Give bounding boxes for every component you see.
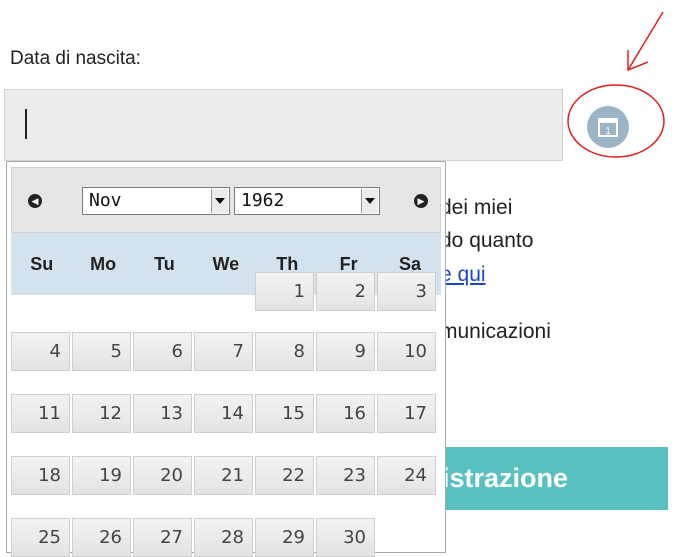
day-cell[interactable]: 29	[255, 518, 314, 557]
day-cell[interactable]: 27	[133, 518, 192, 557]
weekday-label: Su	[30, 254, 54, 274]
day-cell[interactable]: 15	[255, 394, 314, 433]
day-cell[interactable]: 12	[72, 394, 131, 433]
month-select[interactable]: Nov	[82, 187, 230, 215]
day-cell[interactable]: 6	[133, 332, 192, 371]
day-cell[interactable]: 26	[72, 518, 131, 557]
annotation-circle	[567, 84, 665, 158]
day-cell[interactable]: 5	[72, 332, 131, 371]
weekday-label: We	[212, 254, 240, 274]
day-cell[interactable]: 25	[11, 518, 70, 557]
next-month-button[interactable]: ▶	[408, 187, 434, 213]
prev-month-button[interactable]: ◀	[22, 187, 48, 213]
chevron-down-icon	[211, 189, 228, 213]
day-cell[interactable]: 14	[194, 394, 253, 433]
prev-month-icon: ◀	[28, 193, 42, 208]
day-cell[interactable]: 18	[11, 456, 70, 495]
day-cell[interactable]: 24	[377, 456, 436, 495]
day-cell[interactable]: 21	[194, 456, 253, 495]
day-cell[interactable]: 19	[72, 456, 131, 495]
day-cell[interactable]: 7	[194, 332, 253, 371]
day-cell[interactable]: 22	[255, 456, 314, 495]
day-cell[interactable]: 23	[316, 456, 375, 495]
day-cell[interactable]: 30	[316, 518, 375, 557]
annotation-arrow-shaft	[627, 11, 664, 71]
day-cell[interactable]: 28	[194, 518, 253, 557]
day-cell[interactable]: 2	[316, 272, 375, 311]
year-select-value: 1962	[241, 190, 285, 211]
day-cell[interactable]: 4	[11, 332, 70, 371]
day-cell[interactable]: 9	[316, 332, 375, 371]
chevron-down-icon	[361, 189, 378, 213]
weekday-label: Mo	[90, 254, 117, 274]
day-cell[interactable]: 10	[377, 332, 436, 371]
day-cell[interactable]: 8	[255, 332, 314, 371]
day-cell[interactable]: 20	[133, 456, 192, 495]
day-cell[interactable]: 13	[133, 394, 192, 433]
day-cell[interactable]: 16	[316, 394, 375, 433]
month-select-value: Nov	[89, 190, 122, 211]
year-select[interactable]: 1962	[234, 187, 380, 215]
day-cell[interactable]: 17	[377, 394, 436, 433]
day-cell[interactable]: 1	[255, 272, 314, 311]
day-cell[interactable]: 11	[11, 394, 70, 433]
weekday-label: Tu	[154, 254, 175, 274]
day-cell[interactable]: 3	[377, 272, 436, 311]
datepicker-header: ◀ Nov 1962 ▶	[11, 167, 441, 233]
datepicker: ◀ Nov 1962 ▶ Su Mo Tu We Th Fr Sa 123456…	[6, 161, 446, 557]
next-month-icon: ▶	[414, 193, 428, 208]
